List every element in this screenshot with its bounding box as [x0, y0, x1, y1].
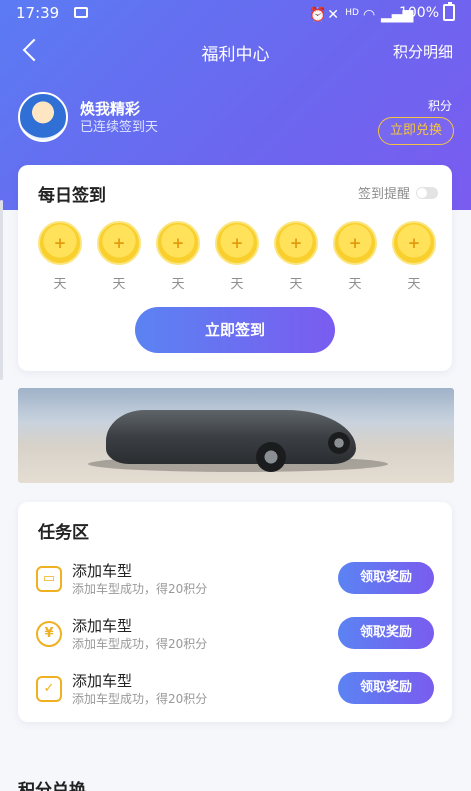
task-row: ✓ 添加车型 添加车型成功，得20积分 领取奖励 [36, 670, 434, 710]
coin-icon: + [274, 221, 318, 265]
network-hd-label: HD [345, 7, 359, 18]
car-banner-image[interactable] [18, 388, 454, 483]
claim-reward-button[interactable]: 领取奖励 [338, 617, 434, 649]
day-label: 天 [289, 277, 303, 292]
task-desc: 添加车型成功，得20积分 [72, 637, 208, 651]
checkin-now-button[interactable]: 立即签到 [135, 307, 335, 353]
signal-icon: ▂▄▆ [380, 6, 414, 23]
day-item[interactable]: + 天 [332, 221, 378, 292]
coin-icon: + [392, 221, 436, 265]
day-item[interactable]: + 天 [155, 221, 201, 292]
task-title: 添加车型 [72, 617, 133, 635]
day-item[interactable]: + 天 [391, 221, 437, 292]
day-label: 天 [407, 277, 421, 292]
task-row: ▭ 添加车型 添加车型成功，得20积分 领取奖励 [36, 560, 434, 600]
reminder-label: 签到提醒 [357, 187, 410, 202]
day-item[interactable]: + 天 [37, 221, 83, 292]
image-notification-icon [74, 7, 88, 18]
coin-icon: + [333, 221, 377, 265]
task-title: 添加车型 [72, 672, 133, 690]
day-item[interactable]: + 天 [96, 221, 142, 292]
scroll-edge-indicator [0, 200, 3, 380]
task-area-title: 任务区 [38, 523, 89, 543]
task-row: ¥ 添加车型 添加车型成功，得20积分 领取奖励 [36, 615, 434, 655]
claim-reward-button[interactable]: 领取奖励 [338, 672, 434, 704]
car-icon: ▭ [36, 566, 62, 592]
nav-bar: 福利中心 积分明细 [0, 30, 471, 70]
coin-icon: + [156, 221, 200, 265]
mute-icon: ✕ [327, 6, 339, 23]
car-body [106, 410, 356, 464]
status-time: 17:39 [16, 4, 60, 22]
day-item[interactable]: + 天 [273, 221, 319, 292]
checkin-reminder[interactable]: 签到提醒 [358, 183, 438, 202]
task-desc: 添加车型成功，得20积分 [72, 582, 208, 596]
daily-checkin-card: 每日签到 签到提醒 + 天 + 天 + 天 + 天 + 天 + 天 + 天 立即签到 [18, 165, 452, 371]
battery-icon [443, 2, 455, 21]
avatar[interactable] [18, 92, 68, 142]
car-wheel-rear [328, 432, 350, 454]
day-label: 天 [53, 277, 67, 292]
reminder-toggle[interactable] [416, 186, 438, 199]
status-bar: 17:39 ⏰ ✕ HD ◠ ▂▄▆ 100% [0, 0, 471, 28]
checkin-streak: 已连续签到天 [80, 120, 159, 135]
task-desc: 添加车型成功，得20积分 [72, 692, 208, 706]
points-label: 积分 [427, 99, 452, 113]
coin-icon: + [215, 221, 259, 265]
day-label: 天 [112, 277, 126, 292]
day-label: 天 [348, 277, 362, 292]
coin-icon: + [97, 221, 141, 265]
day-label: 天 [230, 277, 244, 292]
day-label: 天 [171, 277, 185, 292]
task-area-card: 任务区 ▭ 添加车型 添加车型成功，得20积分 领取奖励 ¥ 添加车型 添加车型… [18, 502, 452, 722]
redeem-now-button[interactable]: 立即兑换 [378, 117, 454, 145]
coin-icon: + [38, 221, 82, 265]
user-summary: 焕我精彩 已连续签到天 积分 立即兑换 [18, 92, 454, 145]
claim-reward-button[interactable]: 领取奖励 [338, 562, 434, 594]
checklist-icon: ✓ [36, 676, 62, 702]
day-item[interactable]: + 天 [214, 221, 260, 292]
car-wheel-front [256, 442, 286, 472]
checkin-title: 每日签到 [38, 186, 106, 206]
wifi-icon: ◠ [362, 6, 376, 23]
checkin-days: + 天 + 天 + 天 + 天 + 天 + 天 + 天 [37, 221, 437, 292]
task-title: 添加车型 [72, 562, 133, 580]
alarm-icon: ⏰ [309, 6, 327, 23]
points-exchange-title: 积分兑换 [18, 781, 86, 791]
coin-yen-icon: ¥ [36, 621, 62, 647]
points-detail-link[interactable]: 积分明细 [393, 41, 453, 62]
